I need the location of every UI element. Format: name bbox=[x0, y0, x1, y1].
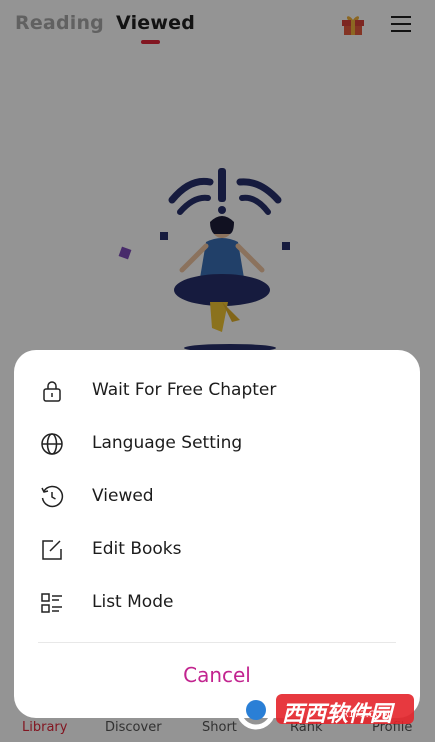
globe-icon bbox=[41, 433, 63, 455]
watermark-subtext: CR173.COM bbox=[336, 710, 390, 720]
option-label: Edit Books bbox=[92, 539, 182, 559]
option-list-mode[interactable]: List Mode bbox=[14, 577, 420, 630]
edit-icon bbox=[42, 540, 62, 560]
option-label: Viewed bbox=[92, 486, 154, 506]
watermark: 西西软件园 CR173.COM bbox=[236, 690, 416, 730]
option-edit-books[interactable]: Edit Books bbox=[14, 524, 420, 577]
option-label: Language Setting bbox=[92, 433, 243, 453]
cancel-button[interactable]: Cancel bbox=[14, 655, 420, 695]
options-sheet: Wait For Free Chapter Language Setting V… bbox=[14, 350, 420, 718]
option-label: Wait For Free Chapter bbox=[92, 380, 277, 400]
option-wait-for-free-chapter[interactable]: Wait For Free Chapter bbox=[14, 365, 420, 418]
option-label: List Mode bbox=[92, 592, 174, 612]
lock-icon bbox=[43, 381, 61, 402]
divider bbox=[38, 642, 396, 643]
option-language-setting[interactable]: Language Setting bbox=[14, 418, 420, 471]
option-viewed[interactable]: Viewed bbox=[14, 471, 420, 524]
history-icon bbox=[41, 485, 64, 508]
list-mode-icon bbox=[41, 593, 62, 613]
